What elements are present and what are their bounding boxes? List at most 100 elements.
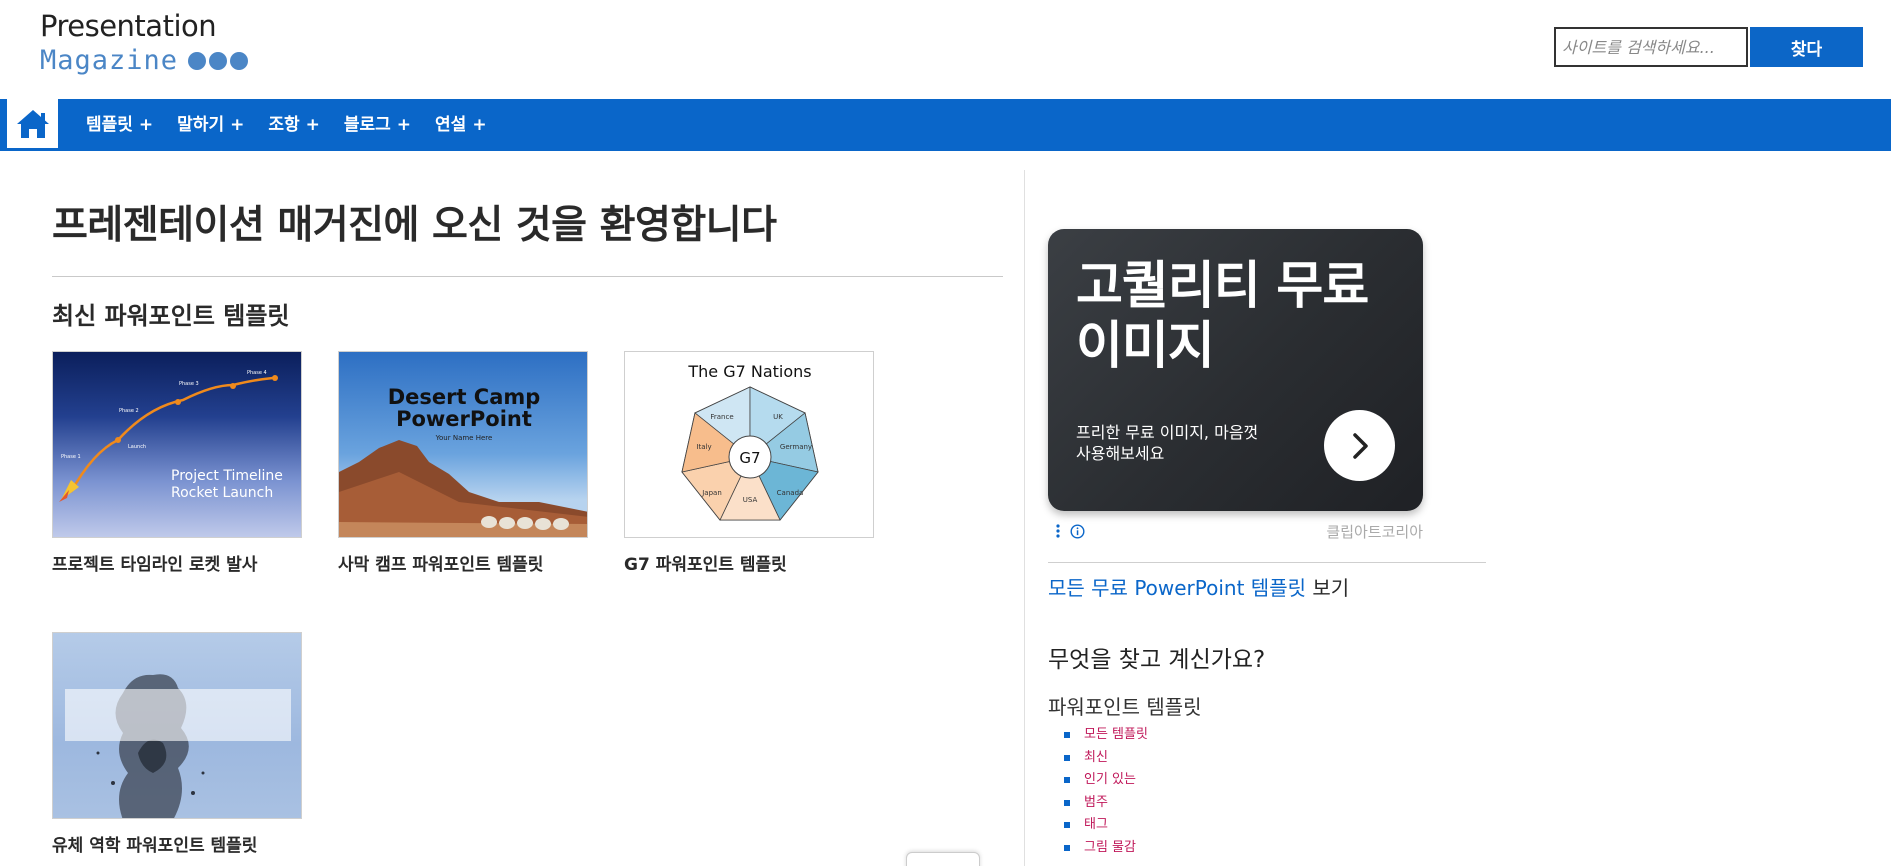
category-item[interactable]: 최신 [1064,747,1484,770]
logo-text-presentation: Presentation [40,9,217,43]
nav-item-label: 연설 [435,115,467,135]
ad-footer: 클립아트코리아 [1048,521,1423,541]
category-link[interactable]: 범주 [1084,792,1108,815]
template-title[interactable]: 유체 역학 파워포인트 템플릿 [52,835,302,857]
bullet-icon [1064,844,1070,851]
template-card[interactable]: The G7 Nations G7 France UK Germany Cana… [624,351,874,576]
ad-headline: 고퀄리티 무료 이미지 [1076,257,1369,376]
more-options-icon[interactable] [1056,524,1060,538]
country-label: Japan [701,489,722,497]
free-templates-link-suffix: 보기 [1306,576,1350,600]
free-templates-link[interactable]: 모든 무료 PowerPoint 템플릿 [1048,576,1306,600]
main-nav: 템플릿 + 말하기 + 조항 + 블로그 + 연설 + [0,99,1891,151]
nav-home-button[interactable] [7,99,58,151]
search-input[interactable] [1554,27,1748,67]
expand-icon: + [472,115,487,135]
nav-item-templates[interactable]: 템플릿 + [74,99,165,151]
nav-item-label: 조항 [268,115,300,135]
column-divider [1024,170,1025,866]
category-item[interactable]: 범주 [1064,792,1484,815]
divider [52,276,1003,277]
nav-item-articles[interactable]: 조항 + [256,99,332,151]
thumb-text: Rocket Launch [171,485,273,501]
phase-label: Launch [128,444,146,450]
category-item[interactable]: 태그 [1064,814,1484,837]
template-thumbnail[interactable] [52,632,302,819]
site-logo[interactable]: Presentation Magazine [40,8,249,78]
category-link[interactable]: 그림 물감 [1084,837,1136,860]
template-title[interactable]: 사막 캠프 파워포인트 템플릿 [338,554,588,576]
category-link[interactable]: 모든 템플릿 [1084,724,1148,747]
expand-icon: + [305,115,320,135]
bullet-icon [1064,732,1070,739]
sidebar: 고퀄리티 무료 이미지 프리한 무료 이미지, 마음껏 사용해보세요 클립아트코… [1048,229,1486,859]
thumb-text: Desert Camp [388,385,541,409]
phase-label: Phase 1 [61,454,81,460]
logo-dots [188,52,249,70]
bullet-icon [1064,822,1070,829]
home-icon [16,109,49,138]
bullet-icon [1064,799,1070,806]
page-title: 프레젠테이션 매거진에 오신 것을 환영합니다 [52,203,777,248]
g7-center: G7 [739,449,760,467]
phase-label: Phase 4 [247,370,267,376]
template-title[interactable]: G7 파워포인트 템플릿 [624,554,874,576]
expand-icon: + [396,115,412,135]
looking-for-heading: 무엇을 찾고 계신가요? [1048,647,1266,673]
nav-item-speech[interactable]: 연설 + [423,99,499,151]
ad-subtext: 프리한 무료 이미지, 마음껏 사용해보세요 [1076,423,1259,463]
template-thumbnail[interactable]: Phase 1 Launch Phase 2 Phase 3 Phase 4 P… [52,351,302,538]
country-label: USA [743,496,758,504]
free-templates-link-row: 모든 무료 PowerPoint 템플릿 보기 [1048,575,1484,601]
country-label: France [710,413,733,421]
logo-dot [209,52,228,70]
category-link[interactable]: 최신 [1084,747,1108,770]
country-label: Canada [777,489,804,497]
info-icon[interactable] [1070,523,1085,539]
nav-item-speaking[interactable]: 말하기 + [165,99,256,151]
main-content: 프레젠테이션 매거진에 오신 것을 환영합니다 최신 파워포인트 템플릿 Pha… [52,170,1003,866]
site-header: Presentation Magazine 찾다 [0,0,1891,99]
template-card[interactable]: 유체 역학 파워포인트 템플릿 [52,632,302,857]
nav-item-blog[interactable]: 블로그 + [332,99,423,151]
template-card[interactable]: Desert Camp PowerPoint Your Name Here 사막… [338,351,588,576]
divider [1048,562,1486,563]
nav-item-label: 블로그 [343,115,391,135]
chevron-right-icon [1352,432,1368,459]
ad-brand[interactable]: 클립아트코리아 [1326,521,1423,542]
bullet-icon [1064,777,1070,784]
logo-dot [230,52,249,70]
thumb-text: PowerPoint [396,407,532,431]
template-grid: Phase 1 Launch Phase 2 Phase 3 Phase 4 P… [52,351,1003,866]
expand-icon: + [138,115,154,135]
category-heading: 파워포인트 템플릿 [1048,695,1202,719]
category-list: 모든 템플릿 최신 인기 있는 범주 태그 그림 물감 [1048,724,1484,859]
search-button[interactable]: 찾다 [1750,27,1863,67]
category-item[interactable]: 인기 있는 [1064,769,1484,792]
template-card[interactable]: Phase 1 Launch Phase 2 Phase 3 Phase 4 P… [52,351,302,576]
country-label: UK [773,413,783,421]
ad-banner[interactable]: 고퀄리티 무료 이미지 프리한 무료 이미지, 마음껏 사용해보세요 [1048,229,1423,511]
ad-arrow-button[interactable] [1324,410,1395,481]
bullet-icon [1064,754,1070,761]
thumb-text: Project Timeline [171,468,283,484]
nav-item-label: 템플릿 [86,115,133,135]
country-label: Germany [780,443,812,451]
category-item[interactable]: 그림 물감 [1064,837,1484,860]
logo-text-magazine: Magazine [40,45,179,76]
thumb-title: The G7 Nations [687,362,811,381]
template-thumbnail[interactable]: Desert Camp PowerPoint Your Name Here [338,351,588,538]
logo-dot [188,52,207,70]
country-label: Italy [696,443,711,451]
phase-label: Phase 2 [119,408,139,414]
section-title: 최신 파워포인트 템플릿 [52,302,290,330]
site-search: 찾다 [1554,27,1863,67]
category-item[interactable]: 모든 템플릿 [1064,724,1484,747]
category-link[interactable]: 태그 [1084,814,1108,837]
expand-icon: + [230,115,245,135]
category-link[interactable]: 인기 있는 [1084,769,1136,792]
template-title[interactable]: 프로젝트 타임라인 로켓 발사 [52,554,302,576]
template-thumbnail[interactable]: The G7 Nations G7 France UK Germany Cana… [624,351,874,538]
nav-item-label: 말하기 [177,115,225,135]
scroll-to-top-button[interactable] [906,852,980,866]
